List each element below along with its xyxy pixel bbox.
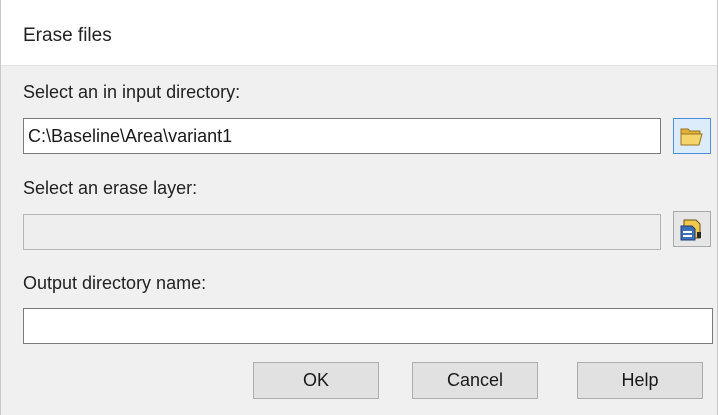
dialog-title-bar: Erase files xyxy=(1,0,717,66)
layers-icon xyxy=(680,219,701,241)
browse-erase-layer-button[interactable] xyxy=(673,211,711,247)
input-directory-field[interactable] xyxy=(23,118,661,154)
dialog-title: Erase files xyxy=(23,25,112,46)
output-directory-field[interactable] xyxy=(23,308,713,344)
folder-open-icon xyxy=(680,128,703,146)
input-directory-label: Select an in input directory: xyxy=(23,82,241,102)
help-button[interactable]: Help xyxy=(577,362,703,399)
ok-button[interactable]: OK xyxy=(253,362,379,399)
erase-files-dialog: Erase files Select an in input directory… xyxy=(0,0,718,415)
browse-input-directory-button[interactable] xyxy=(673,118,711,154)
cancel-button[interactable]: Cancel xyxy=(412,362,538,399)
output-directory-label: Output directory name: xyxy=(23,273,207,293)
erase-layer-label: Select an erase layer: xyxy=(23,178,198,198)
erase-layer-field xyxy=(23,214,661,250)
